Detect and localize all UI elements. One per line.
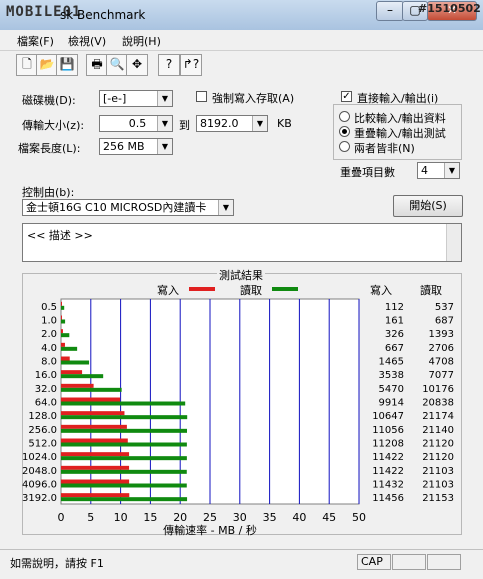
write-bar (61, 479, 130, 484)
write-value: 11456 (372, 493, 404, 504)
y-tick-label: 128.0 (28, 411, 57, 422)
x-tick-label: 50 (352, 511, 366, 524)
read-value: 537 (435, 302, 454, 313)
write-value: 11432 (372, 480, 404, 491)
write-value: 11422 (372, 452, 404, 463)
write-bar (61, 493, 130, 498)
benchmark-chart: 0 5 10 15 20 25 30 35 40 45 50 傳輸速率 - MB / 秒 0.5 112 5… (22, 298, 454, 537)
y-tick-label: 4.0 (41, 343, 57, 354)
x-tick-label: 0 (58, 511, 65, 524)
write-bar (61, 438, 128, 443)
y-tick-label: 512.0 (28, 439, 57, 450)
write-bar (61, 397, 121, 402)
y-tick-label: 2048.0 (22, 466, 57, 477)
read-bar (61, 456, 187, 461)
x-tick-label: 15 (143, 511, 157, 524)
x-tick-label: 30 (233, 511, 247, 524)
y-tick-label: 2.0 (41, 329, 57, 340)
read-bar (61, 469, 187, 474)
read-value: 21140 (422, 425, 454, 436)
write-bar (61, 342, 65, 347)
write-value: 11056 (372, 425, 404, 436)
y-tick-label: 0.5 (41, 302, 57, 313)
write-bar (61, 452, 130, 457)
read-value: 21120 (422, 452, 454, 463)
read-bar (61, 319, 66, 324)
read-value: 4708 (429, 357, 454, 368)
write-bar (61, 301, 62, 306)
x-tick-label: 25 (203, 511, 217, 524)
num-indicator (392, 554, 426, 570)
read-value: 1393 (429, 329, 454, 340)
y-tick-label: 1.0 (41, 316, 57, 327)
write-value: 9914 (379, 398, 404, 409)
write-bar (61, 383, 94, 388)
read-bar (61, 387, 122, 392)
read-bar (61, 346, 78, 351)
read-value: 20838 (422, 398, 454, 409)
x-tick-label: 20 (173, 511, 187, 524)
status-bar: 如需說明，請按 F1 CAP (0, 549, 483, 579)
read-bar (61, 305, 65, 310)
read-value: 21103 (422, 466, 454, 477)
write-value: 11422 (372, 466, 404, 477)
write-bar (61, 329, 63, 334)
y-tick-label: 4096.0 (22, 480, 57, 491)
write-value: 10647 (372, 411, 404, 422)
y-tick-label: 1024.0 (22, 452, 57, 463)
caps-indicator: CAP (357, 554, 391, 570)
y-tick-label: 256.0 (28, 425, 57, 436)
read-bar (61, 401, 186, 406)
x-axis-label: 傳輸速率 - MB / 秒 (163, 523, 257, 537)
read-value: 687 (435, 316, 454, 327)
y-tick-label: 16.0 (35, 370, 57, 381)
write-value: 11208 (372, 439, 404, 450)
y-tick-label: 64.0 (35, 398, 57, 409)
read-value: 21103 (422, 480, 454, 491)
x-tick-label: 10 (114, 511, 128, 524)
status-help-text: 如需說明，請按 F1 (10, 557, 104, 570)
write-bar (61, 356, 70, 361)
write-value: 667 (385, 343, 404, 354)
y-tick-label: 3192.0 (22, 493, 57, 504)
read-value: 21174 (422, 411, 454, 422)
scroll-indicator (427, 554, 461, 570)
read-bar (61, 428, 187, 433)
read-bar (61, 360, 90, 365)
write-bar (61, 465, 130, 470)
read-bar (61, 374, 104, 379)
write-bar (61, 411, 125, 416)
x-tick-label: 35 (263, 511, 277, 524)
write-value: 5470 (379, 384, 404, 395)
write-bar (61, 424, 127, 429)
read-value: 21120 (422, 439, 454, 450)
write-value: 1465 (379, 357, 404, 368)
write-bar (61, 315, 62, 320)
write-value: 3538 (379, 370, 404, 381)
y-tick-label: 8.0 (41, 357, 57, 368)
x-tick-label: 5 (87, 511, 94, 524)
x-tick-label: 40 (292, 511, 306, 524)
read-value: 21153 (422, 493, 454, 504)
write-bar (61, 370, 83, 375)
read-bar (61, 333, 70, 338)
read-bar (61, 442, 187, 447)
read-bar (61, 415, 188, 420)
write-value: 326 (385, 329, 404, 340)
read-value: 7077 (429, 370, 454, 381)
read-value: 2706 (429, 343, 454, 354)
write-value: 112 (385, 302, 404, 313)
x-tick-label: 45 (322, 511, 336, 524)
read-value: 10176 (422, 384, 454, 395)
read-bar (61, 497, 188, 502)
y-tick-label: 32.0 (35, 384, 57, 395)
read-bar (61, 483, 187, 488)
write-value: 161 (385, 316, 404, 327)
